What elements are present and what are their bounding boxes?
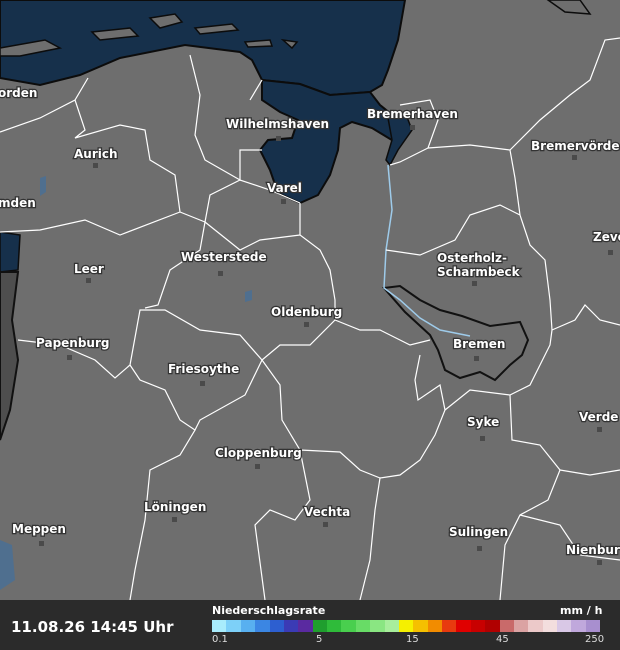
scale-swatch [355, 620, 371, 632]
scale-tick: 5 [316, 634, 323, 645]
city-label: Cloppenburg [215, 446, 302, 460]
city-emden: mden [0, 195, 37, 212]
city-marker [474, 356, 479, 361]
scale-swatch [255, 620, 270, 632]
scale-swatch [456, 620, 471, 632]
scale-swatch [240, 620, 256, 632]
city-label: Meppen [12, 522, 66, 536]
scale-tick: 0.1 [212, 634, 228, 645]
scale-swatch [312, 620, 327, 632]
city-marker [172, 517, 177, 522]
legend-unit: mm / h [560, 604, 603, 617]
color-scale [212, 620, 601, 632]
city-label: Wilhelmshaven [226, 117, 329, 131]
city-marker [93, 163, 98, 168]
scale-swatch [384, 620, 399, 632]
scale-swatch [485, 620, 500, 632]
city-label: Nienbur [566, 543, 620, 557]
city-label: Zeve [593, 230, 620, 244]
city-marker [608, 250, 613, 255]
scale-swatch [298, 620, 313, 632]
scale-swatch [283, 620, 299, 632]
city-marker [572, 155, 577, 160]
scale-swatch [571, 620, 586, 632]
city-label: Vechta [304, 505, 350, 519]
scale-swatch [226, 620, 241, 632]
scale-tick: 15 [406, 634, 419, 645]
city-label: Bremen [453, 337, 505, 351]
scale-swatch [585, 620, 601, 632]
city-marker [218, 271, 223, 276]
city-label: Bremerhaven [367, 107, 458, 121]
city-label: Papenburg [36, 336, 109, 350]
scale-swatch [528, 620, 543, 632]
scale-swatch [542, 620, 557, 632]
city-marker [67, 355, 72, 360]
city-marker [597, 560, 602, 565]
city-label: Aurich [74, 147, 118, 161]
city-label: orden [0, 86, 37, 100]
city-label: Oldenburg [271, 305, 342, 319]
scale-swatch [341, 620, 356, 632]
city-marker [86, 278, 91, 283]
scale-swatch [212, 620, 227, 632]
scale-tick: 45 [496, 634, 509, 645]
city-marker [304, 322, 309, 327]
dollart [0, 231, 21, 273]
city-norden: orden [0, 85, 39, 102]
city-marker [480, 436, 485, 441]
city-marker [472, 281, 477, 286]
city-marker [255, 464, 260, 469]
city-label: Friesoythe [168, 362, 239, 376]
city-label: mden [0, 196, 36, 210]
scale-swatch [499, 620, 514, 632]
scale-swatch [398, 620, 414, 632]
scale-swatch [269, 620, 284, 632]
lake [245, 290, 252, 302]
scale-swatch [327, 620, 342, 632]
city-label: Bremervörde [531, 139, 619, 153]
city-marker [323, 522, 328, 527]
city-marker [39, 541, 44, 546]
city-label: Westerstede [181, 250, 267, 264]
scale-swatch [513, 620, 529, 632]
legend-bar: 11.08.26 14:45 Uhr Niederschlagsrate mm … [0, 600, 620, 650]
scale-swatch [557, 620, 572, 632]
island [243, 39, 274, 48]
city-label: Leer [74, 262, 104, 276]
city-label: Verde [579, 410, 618, 424]
scale-swatch [427, 620, 442, 632]
city-label: Varel [267, 181, 302, 195]
legend-title: Niederschlagsrate [212, 604, 326, 617]
city-label: Syke [467, 415, 499, 429]
scale-tick: 250 [585, 634, 605, 645]
city-marker [200, 381, 205, 386]
timestamp: 11.08.26 14:45 Uhr [11, 618, 174, 636]
city-label: Löningen [144, 500, 206, 514]
scale-swatch [470, 620, 486, 632]
city-label: Sulingen [449, 525, 508, 539]
city-marker [276, 136, 281, 141]
scale-swatch [370, 620, 385, 632]
city-marker [281, 199, 286, 204]
city-marker [477, 546, 482, 551]
city-marker [597, 427, 602, 432]
precipitation-map: orden mden Aurich Wilhelmshaven Bremerha… [0, 0, 620, 650]
scale-swatch [413, 620, 428, 632]
city-marker [410, 125, 415, 130]
scale-swatch [442, 620, 457, 632]
